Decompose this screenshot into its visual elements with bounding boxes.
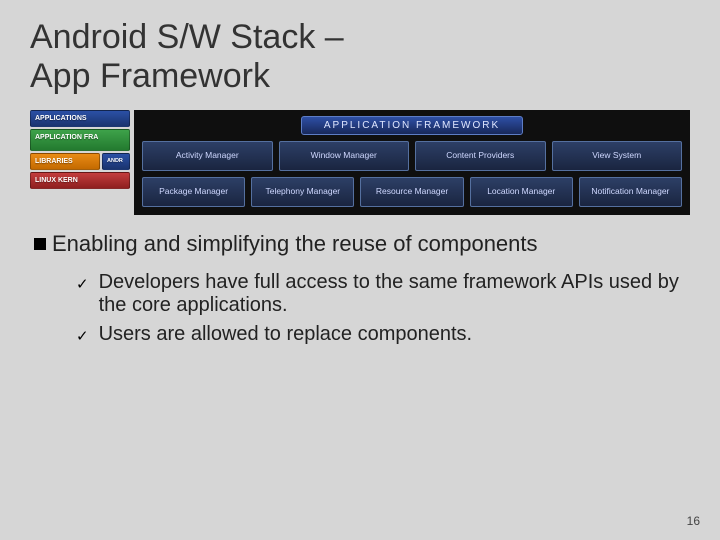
- sub-bullet-1: ✓ Developers have full access to the sam…: [76, 271, 690, 317]
- body-bullets: Enabling and simplifying the reuse of co…: [30, 231, 690, 346]
- app-framework-row-2: Package Manager Telephony Manager Resour…: [142, 177, 682, 207]
- stack-layer-libs-row: LIBRARIES ANDR: [30, 153, 130, 170]
- sub-bullet-1-text: Developers have full access to the same …: [99, 271, 690, 317]
- fw-box-package-manager: Package Manager: [142, 177, 245, 207]
- fw-box-notification-manager: Notification Manager: [579, 177, 682, 207]
- stack-layer-kernel: LINUX KERN: [30, 172, 130, 189]
- fw-box-location-manager: Location Manager: [470, 177, 573, 207]
- bullet-main: Enabling and simplifying the reuse of co…: [34, 231, 690, 257]
- app-framework-header: APPLICATION FRAMEWORK: [301, 116, 523, 135]
- fw-box-content-providers: Content Providers: [415, 141, 546, 171]
- bullet-main-text: Enabling and simplifying the reuse of co…: [52, 231, 538, 257]
- fw-box-telephony-manager: Telephony Manager: [251, 177, 354, 207]
- fw-box-resource-manager: Resource Manager: [360, 177, 463, 207]
- diagram-row: APPLICATIONS APPLICATION FRA LIBRARIES A…: [30, 110, 690, 215]
- title-line-2: App Framework: [30, 57, 270, 95]
- sub-bullet-2-text: Users are allowed to replace components.: [99, 323, 473, 346]
- sub-bullet-list: ✓ Developers have full access to the sam…: [30, 271, 690, 346]
- page-number: 16: [687, 514, 700, 528]
- stack-layer-libraries: LIBRARIES: [30, 153, 100, 170]
- sub-bullet-2: ✓ Users are allowed to replace component…: [76, 323, 690, 346]
- checkmark-icon: ✓: [76, 327, 89, 346]
- slide: Android S/W Stack – App Framework APPLIC…: [0, 0, 720, 540]
- square-bullet-icon: [34, 238, 46, 250]
- app-framework-row-1: Activity Manager Window Manager Content …: [142, 141, 682, 171]
- app-framework-panel: APPLICATION FRAMEWORK Activity Manager W…: [134, 110, 690, 215]
- app-framework-rows: Activity Manager Window Manager Content …: [142, 141, 682, 207]
- stack-thumbnail: APPLICATIONS APPLICATION FRA LIBRARIES A…: [30, 110, 130, 215]
- fw-box-activity-manager: Activity Manager: [142, 141, 273, 171]
- slide-title: Android S/W Stack – App Framework: [30, 18, 690, 96]
- stack-layer-app-framework: APPLICATION FRA: [30, 129, 130, 151]
- fw-box-view-system: View System: [552, 141, 683, 171]
- stack-layer-applications: APPLICATIONS: [30, 110, 130, 127]
- title-line-1: Android S/W Stack –: [30, 18, 344, 56]
- checkmark-icon: ✓: [76, 275, 89, 317]
- stack-layer-runtime: ANDR: [102, 153, 130, 170]
- fw-box-window-manager: Window Manager: [279, 141, 410, 171]
